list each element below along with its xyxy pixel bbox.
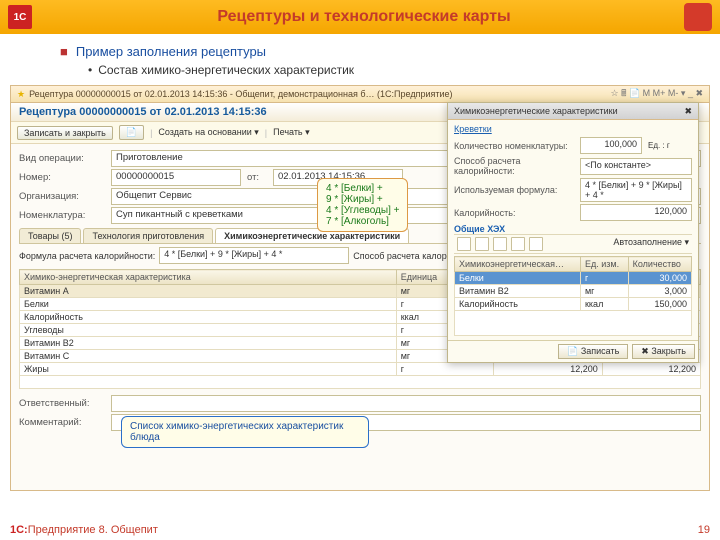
p-cal-field[interactable]: 120,000	[580, 204, 692, 221]
num-label: Номер:	[19, 172, 105, 183]
footer-brand: 1С:Предприятие 8. Общепит	[10, 524, 158, 536]
product-logo-icon	[684, 3, 712, 31]
qty-field[interactable]: 100,000	[580, 137, 642, 154]
resp-field[interactable]	[111, 395, 701, 412]
panel-close-button[interactable]: ✖ Закрыть	[632, 344, 695, 359]
window-toolbar-icons: ☆ 🖩 📄 M M+ M- ▾ _ ✖	[611, 86, 704, 102]
date-label: от:	[247, 172, 267, 183]
edit-icon[interactable]	[493, 237, 507, 251]
up-icon[interactable]	[511, 237, 525, 251]
panel-grid[interactable]: Химикоэнергетическая…Ед. изм.Количество …	[454, 256, 692, 336]
save-button[interactable]: 📄	[119, 125, 144, 140]
section-header: Общие ХЭХ	[454, 224, 692, 234]
mini-toolbar: Автозаполнение ▾	[454, 234, 692, 254]
slide-title: Рецептуры и технологические карты	[44, 8, 684, 26]
star-icon: ★	[17, 89, 25, 100]
create-based-button[interactable]: Создать на основании ▾	[158, 127, 258, 138]
tab-goods[interactable]: Товары (5)	[19, 228, 81, 243]
logo-1c-icon: 1C	[8, 5, 32, 29]
qty-label: Количество номенклатуры:	[454, 141, 574, 151]
bullet-level1: ■Пример заполнения рецептуры	[60, 44, 680, 59]
qty-unit: Ед. : г	[648, 141, 670, 150]
down-icon[interactable]	[529, 237, 543, 251]
p-formula-label: Используемая формула:	[454, 185, 574, 195]
formula-label: Формула расчета калорийности:	[19, 251, 155, 261]
dialog-title-bar: Химикоэнергетические характеристики✖	[448, 103, 698, 120]
num-field[interactable]: 00000000015	[111, 169, 241, 186]
save-and-close-button[interactable]: Записать и закрыть	[17, 126, 113, 140]
col-name: Химико-энергетическая характеристика	[20, 270, 397, 285]
window-title-bar: ★ Рецептура 00000000015 от 02.01.2013 14…	[11, 86, 709, 103]
page-number: 19	[698, 524, 710, 536]
autofill-button[interactable]: Автозаполнение ▾	[613, 237, 689, 251]
p-method-field[interactable]: <По константе>	[580, 158, 692, 175]
p-formula-field[interactable]: 4 * [Белки] + 9 * [Жиры] + 4 *	[580, 178, 692, 202]
op-field[interactable]: Приготовление	[111, 150, 449, 167]
tab-technology[interactable]: Технология приготовления	[83, 228, 213, 243]
app-window: ★ Рецептура 00000000015 от 02.01.2013 14…	[10, 85, 710, 491]
bullet-level2: •Состав химико-энергетических характерис…	[88, 63, 680, 77]
nomen-label: Номенклатура:	[19, 210, 105, 221]
callout-list: Список химико-энергетических характерист…	[121, 416, 369, 448]
callout-formula: 4 * [Белки] + 9 * [Жиры] + 4 * [Углеводы…	[317, 178, 408, 232]
print-button[interactable]: Печать ▾	[273, 127, 310, 138]
panel-save-button[interactable]: 📄 Записать	[558, 344, 628, 359]
comment-label: Комментарий:	[19, 417, 105, 428]
close-icon[interactable]: ✖	[684, 106, 692, 117]
window-title: Рецептура 00000000015 от 02.01.2013 14:1…	[29, 89, 452, 99]
org-label: Организация:	[19, 191, 105, 202]
op-label: Вид операции:	[19, 153, 105, 164]
p-method-label: Способ расчета калорийности:	[454, 156, 574, 176]
p-cal-label: Калорийность:	[454, 208, 574, 218]
resp-label: Ответственный:	[19, 398, 105, 409]
del-icon[interactable]	[475, 237, 489, 251]
formula-field[interactable]: 4 * [Белки] + 9 * [Жиры] + 4 *	[159, 247, 349, 264]
chem-energy-dialog: Химикоэнергетические характеристики✖ Кре…	[447, 102, 699, 363]
add-icon[interactable]	[457, 237, 471, 251]
item-link[interactable]: Креветки	[454, 124, 692, 134]
